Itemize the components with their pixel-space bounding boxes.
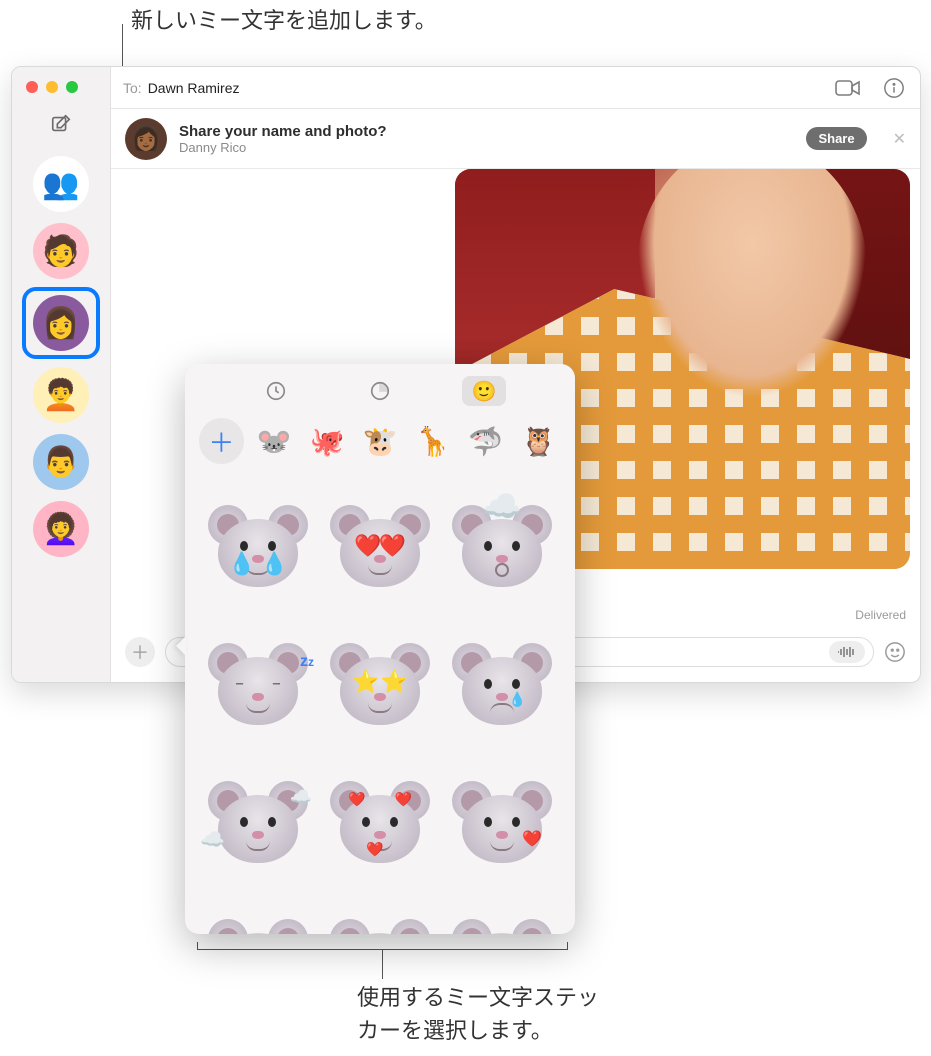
sticker-grid: 💧💧 ❤️❤️ ☁️ ──zz ⭐⭐ 💧 ☁️☁️ ❤️❤️❤️ ❤️ ╲╱ 💧 <box>195 474 565 934</box>
share-button[interactable]: Share <box>806 127 866 150</box>
sticker-sleeping[interactable]: ──zz <box>201 618 315 748</box>
share-name-banner: 👩🏾 Share your name and photo? Danny Rico… <box>111 109 920 169</box>
sidebar-item-contact-group[interactable]: 👥 <box>33 156 89 212</box>
to-label: To: <box>123 80 142 96</box>
sticker-worried[interactable] <box>201 894 315 934</box>
banner-avatar: 👩🏾 <box>125 118 167 160</box>
conversations-sidebar: 👥 🧑 👩 🧑‍🦱 👨 👩‍🦱 <box>12 67 111 682</box>
memoji-owl[interactable]: 🦉 <box>516 418 561 464</box>
callout-line <box>197 942 198 950</box>
popover-arrow <box>176 636 186 656</box>
tab-memoji[interactable]: 🙂 <box>462 376 506 406</box>
dismiss-banner-button[interactable]: ✕ <box>893 129 906 149</box>
sticker-tears-of-joy[interactable]: 💧💧 <box>201 480 315 610</box>
tab-stickers[interactable] <box>358 376 402 406</box>
memoji-octopus[interactable]: 🐙 <box>305 418 350 464</box>
sidebar-item-contact-purple[interactable]: 👩 <box>25 290 97 356</box>
memoji-cow[interactable]: 🐮 <box>358 418 403 464</box>
memoji-shark[interactable]: 🦈 <box>463 418 508 464</box>
sticker-heart-eyes[interactable]: ❤️❤️ <box>323 480 437 610</box>
window-controls <box>26 81 78 93</box>
sticker-mind-blown[interactable]: ☁️ <box>445 480 559 610</box>
banner-title: Share your name and photo? <box>179 123 387 140</box>
sidebar-item-contact-yellow[interactable]: 🧑‍🦱 <box>33 367 89 423</box>
sticker-star-struck[interactable]: ⭐⭐ <box>323 618 437 748</box>
callout-line <box>382 949 383 979</box>
add-memoji-button[interactable]: ＋ <box>199 418 244 464</box>
memoji-giraffe[interactable]: 🦒 <box>410 418 455 464</box>
popover-tabs: 🙂 <box>195 372 565 414</box>
emoji-picker-button[interactable] <box>884 641 906 663</box>
sidebar-item-contact-rose[interactable]: 👩‍🦱 <box>33 501 89 557</box>
sticker-heart-cheek[interactable]: ❤️ <box>445 756 559 886</box>
facetime-button[interactable] <box>834 77 862 99</box>
callout-bottom: 使用するミー文字ステッ カーを選択します。 <box>357 981 657 1047</box>
sticker-angry[interactable]: ╲╱ <box>323 894 437 934</box>
banner-subtitle: Danny Rico <box>179 140 387 155</box>
sidebar-item-contact-pink[interactable]: 🧑 <box>33 223 89 279</box>
to-name: Dawn Ramirez <box>148 80 240 96</box>
delivery-status: Delivered <box>855 608 906 622</box>
callout-top: 新しいミー文字を追加します。 <box>131 4 437 37</box>
memoji-popover: 🙂 ＋ 🐭 🐙 🐮 🦒 🦈 🦉 💧💧 ❤️❤️ ☁️ ──zz ⭐⭐ 💧 ☁️☁… <box>185 364 575 934</box>
callout-line <box>567 942 568 950</box>
info-button[interactable] <box>880 77 908 99</box>
close-window-button[interactable] <box>26 81 38 93</box>
memoji-mouse[interactable]: 🐭 <box>252 418 297 464</box>
sticker-cloud-face[interactable]: ☁️☁️ <box>201 756 315 886</box>
conversation-header: To: Dawn Ramirez <box>111 67 920 109</box>
sticker-sweat[interactable]: 💧 <box>445 894 559 934</box>
tab-recent[interactable] <box>254 376 298 406</box>
apps-button[interactable]: ＋ <box>125 637 155 667</box>
sticker-blowing-kiss-hearts[interactable]: ❤️❤️❤️ <box>323 756 437 886</box>
minimize-window-button[interactable] <box>46 81 58 93</box>
fullscreen-window-button[interactable] <box>66 81 78 93</box>
sidebar-item-contact-blue[interactable]: 👨 <box>33 434 89 490</box>
sticker-crying[interactable]: 💧 <box>445 618 559 748</box>
compose-button[interactable] <box>44 109 78 139</box>
audio-message-button[interactable] <box>829 641 865 663</box>
memoji-selector-row: ＋ 🐭 🐙 🐮 🦒 🦈 🦉 <box>195 414 565 474</box>
